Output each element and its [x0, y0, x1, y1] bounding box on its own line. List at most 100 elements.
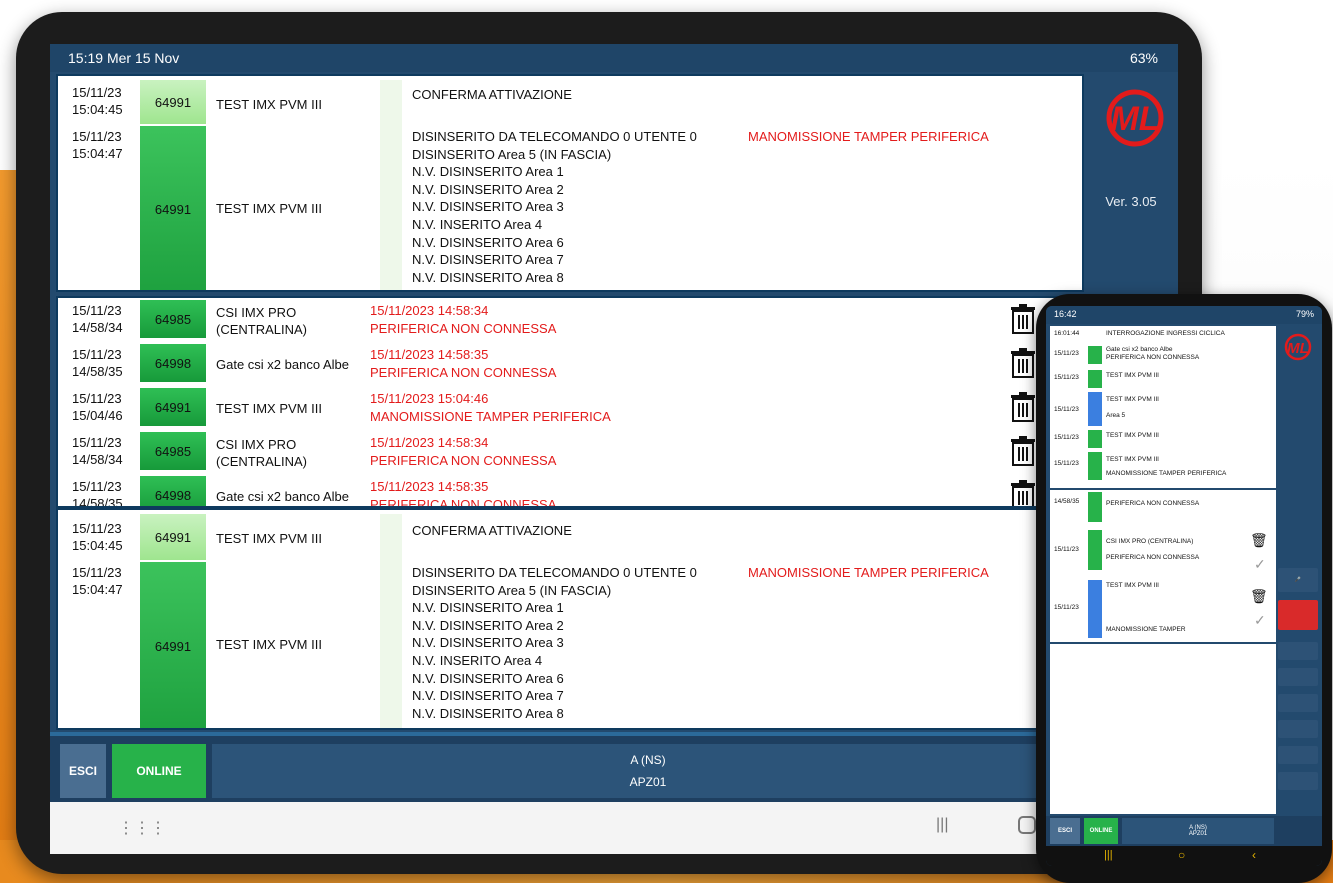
trash-icon[interactable] [1010, 436, 1036, 466]
alarm-date: 15/11/23 14/58/35 [72, 347, 123, 379]
row-indicator [380, 80, 402, 290]
phone-alarm-date: 15/11/23 [1054, 604, 1079, 611]
event-date: 15/11/23 15:04:47 [72, 129, 123, 161]
device-name: CSI IMX PRO (CENTRALINA) [216, 305, 308, 337]
svg-text:ML: ML [1110, 100, 1159, 138]
device-code-badge: 64985 [140, 432, 206, 470]
phone-row-alert: Area 5 [1106, 412, 1126, 419]
trash-icon[interactable]: 🗑 [1250, 532, 1268, 549]
phone-alarm-event: PERIFERICA NON CONNESSA [1106, 500, 1200, 507]
trash-icon[interactable] [1010, 480, 1036, 508]
event-alert: MANOMISSIONE TAMPER PERIFERICA [748, 129, 989, 144]
check-icon[interactable]: ✓ [1254, 612, 1266, 629]
phone-nav-bar: ||| ○ ‹ [1046, 846, 1322, 866]
trash-icon[interactable] [1010, 348, 1036, 378]
event-date: 15/11/23 15:04:47 [72, 565, 123, 597]
online-status-button[interactable]: ONLINE [112, 744, 206, 798]
phone-alarm-text: TEST IMX PVM III [1106, 582, 1159, 589]
event-date: 15/11/23 15:04:45 [72, 521, 123, 553]
esci-button[interactable]: ESCI [60, 744, 106, 798]
phone-status-time: 16:42 [1054, 309, 1077, 319]
phone-side-button[interactable] [1278, 694, 1318, 712]
row-indicator [380, 514, 402, 728]
app-version: Ver. 3.05 [1105, 194, 1157, 209]
phone-row-text: TEST IMX PVM III [1106, 432, 1159, 439]
device-code-badge: 64985 [140, 300, 206, 338]
event-log-panel[interactable]: 15/11/23 15:04:45 64991 TEST IMX PVM III … [56, 74, 1084, 292]
phone-microphone-button[interactable]: 🎤 [1278, 568, 1318, 592]
phone-side-button[interactable] [1278, 720, 1318, 738]
home-icon[interactable] [1018, 816, 1036, 834]
panel-selector[interactable]: A (NS) APZ01 [212, 744, 1084, 798]
phone-code-badge [1088, 452, 1102, 480]
panel-name: APZ01 [629, 775, 667, 789]
device-code-badge: 64991 [140, 514, 206, 560]
phone-code-badge [1088, 530, 1102, 570]
alarm-date: 15/11/23 14/58/34 [72, 303, 123, 335]
trash-icon[interactable] [1010, 304, 1036, 334]
device-code-badge: 64998 [140, 476, 206, 506]
phone-code-badge [1088, 346, 1102, 364]
phone-ml-logo: ML [1284, 333, 1312, 361]
alarm-event: 15/11/2023 14:58:35 PERIFERICA NON CONNES… [370, 479, 557, 508]
device-code-badge: 64991 [140, 126, 206, 290]
event-message: CONFERMA ATTIVAZIONE [412, 523, 572, 538]
phone-panel-name: APZ01 [1188, 831, 1208, 837]
phone-row-date: 15/11/23 [1054, 374, 1079, 381]
device-name: CSI IMX PRO (CENTRALINA) [216, 437, 308, 469]
phone-online-button[interactable]: ONLINE [1084, 818, 1118, 844]
recent-apps-icon[interactable]: ||| [936, 816, 948, 834]
phone-alarm-event: PERIFERICA NON CONNESSA [1106, 554, 1200, 561]
alarm-list-panel[interactable]: 15/11/23 14/58/34 64985 CSI IMX PRO (CENT… [56, 296, 1084, 508]
phone-side-button[interactable] [1278, 772, 1318, 790]
event-message: CONFERMA ATTIVAZIONE [412, 87, 572, 102]
phone-event-panel[interactable]: 16:01:44 INTERROGAZIONE INGRESSI CICLICA… [1050, 326, 1276, 488]
event-alert: MANOMISSIONE TAMPER PERIFERICA [748, 565, 989, 580]
alarm-event: 15/11/2023 14:58:34 PERIFERICA NON CONNES… [370, 303, 557, 336]
phone-red-button[interactable] [1278, 600, 1318, 630]
device-code-badge: 64991 [140, 80, 206, 124]
alarm-date: 15/11/23 14/58/34 [72, 435, 123, 467]
phone-row-date: 15/11/23 [1054, 460, 1079, 467]
phone-row-text: TEST IMX PVM III [1106, 456, 1159, 463]
phone-side-button[interactable] [1278, 642, 1318, 660]
status-time: 15:19 [68, 50, 104, 66]
device-code-badge: 64998 [140, 344, 206, 382]
back-icon[interactable]: ‹ [1252, 848, 1256, 862]
phone-esci-button[interactable]: ESCI [1050, 818, 1080, 844]
trash-icon[interactable]: 🗑 [1250, 588, 1268, 605]
status-battery: 63% [1129, 50, 1158, 66]
phone-row-date: 15/11/23 [1054, 406, 1079, 413]
check-icon[interactable]: ✓ [1254, 556, 1266, 573]
phone-row-date: 16:01:44 [1054, 330, 1080, 337]
alarm-event: 15/11/2023 14:58:34 PERIFERICA NON CONNES… [370, 435, 557, 468]
phone-side-button[interactable] [1278, 668, 1318, 686]
apps-grid-icon[interactable]: ⋮⋮⋮ [118, 818, 166, 838]
phone-empty-panel [1050, 644, 1276, 814]
phone-side-button[interactable] [1278, 746, 1318, 764]
home-icon[interactable]: ○ [1178, 848, 1185, 862]
tablet-device: 15:19 Mer 15 Nov 63% 15/11/23 15:04:45 64… [16, 12, 1202, 874]
phone-row-alert: MANOMISSIONE TAMPER PERIFERICA [1106, 470, 1227, 477]
device-code-badge: 64991 [140, 562, 206, 728]
trash-icon[interactable] [1010, 392, 1036, 422]
phone-status-bar: 16:42 79% [1046, 306, 1322, 324]
event-log-panel[interactable]: 15/11/23 15:04:45 64991 TEST IMX PVM III … [56, 508, 1084, 730]
device-name: TEST IMX PVM III [216, 637, 322, 652]
phone-row-alert: PERIFERICA NON CONNESSA [1106, 354, 1200, 361]
phone-row-date: 15/11/23 [1054, 350, 1079, 357]
ml-logo: ML [1106, 89, 1164, 147]
phone-alarm-panel[interactable]: 14/58/35 PERIFERICA NON CONNESSA 15/11/2… [1050, 490, 1276, 642]
tablet-screen: 15:19 Mer 15 Nov 63% 15/11/23 15:04:45 64… [50, 44, 1178, 854]
device-name: Gate csi x2 banco Albe [216, 489, 349, 504]
recent-apps-icon[interactable]: ||| [1104, 849, 1113, 861]
phone-bottom-toolbar: ESCI ONLINE A (NS) APZ01 [1046, 816, 1322, 846]
phone-code-badge [1088, 580, 1102, 638]
phone-alarm-date: 14/58/35 [1054, 498, 1080, 505]
status-bar: 15:19 Mer 15 Nov 63% [50, 44, 1178, 72]
phone-row-text: TEST IMX PVM III [1106, 396, 1159, 403]
device-name: TEST IMX PVM III [216, 401, 322, 416]
device-name: Gate csi x2 banco Albe [216, 357, 349, 372]
phone-row-text: Gate csi x2 banco Albe [1106, 346, 1173, 353]
phone-panel-selector[interactable]: A (NS) APZ01 [1122, 818, 1274, 844]
